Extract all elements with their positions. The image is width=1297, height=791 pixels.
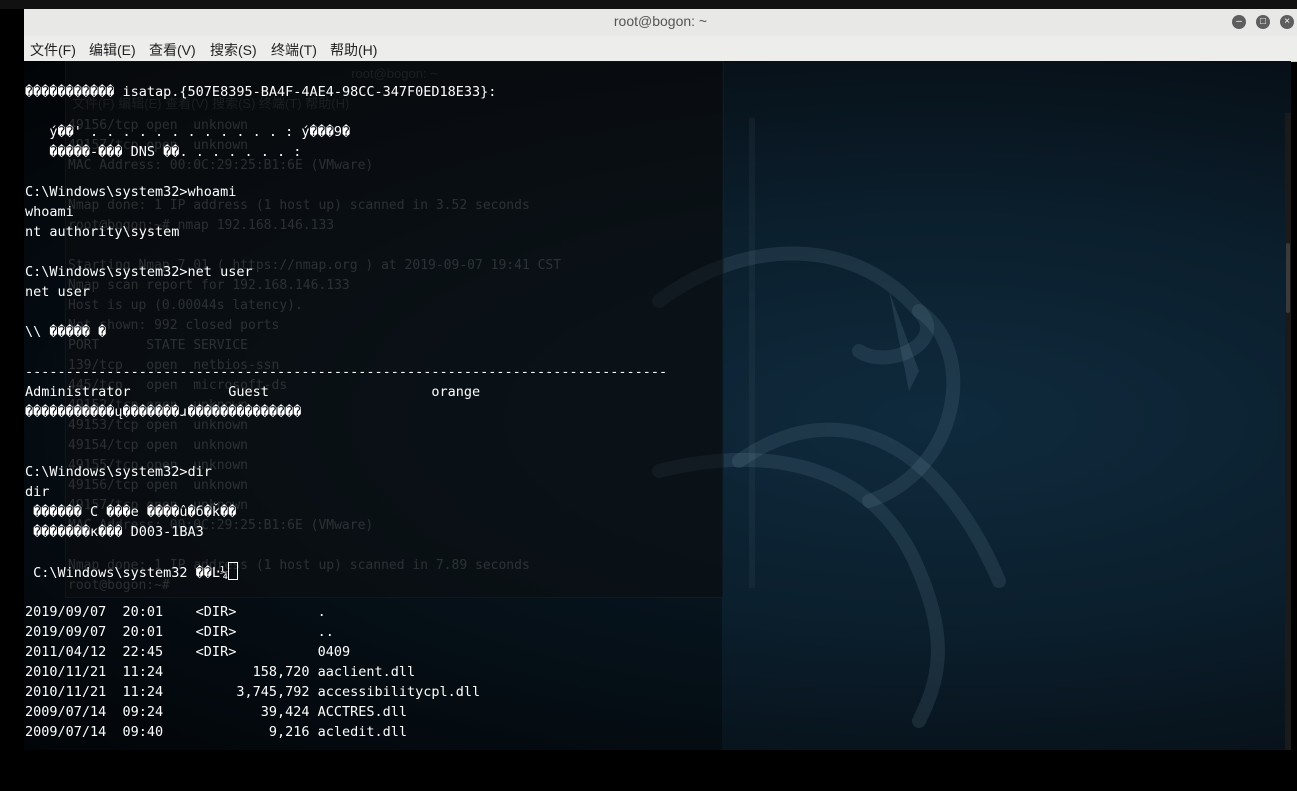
- terminal-scrollbar[interactable]: [1285, 113, 1291, 750]
- title-bar[interactable]: root@bogon: ~ – □ ×: [24, 9, 1297, 36]
- terminal-line: [25, 442, 667, 462]
- system-top-bar: [0, 0, 1297, 9]
- menu-help[interactable]: 帮助(H): [330, 40, 377, 60]
- terminal-line: C:\Windows\system32>net user: [25, 262, 667, 282]
- terminal-line: ý��' . . . . . . . . . . . . : ý���9�: [25, 122, 667, 142]
- terminal-line: \\ ����� �: [25, 322, 667, 342]
- menu-terminal[interactable]: 终端(T): [271, 40, 317, 60]
- terminal-line: 2009/07/14 09:24 39,424 ACCTRES.dll: [25, 702, 667, 722]
- menu-edit[interactable]: 编辑(E): [89, 40, 136, 60]
- terminal-line: ������ C ���е ����û�б�ǩ��: [25, 502, 667, 522]
- menu-bar: 文件(F) 编辑(E) 查看(V) 搜索(S) 终端(T) 帮助(H): [24, 36, 1297, 62]
- terminal-line: ----------------------------------------…: [25, 362, 667, 382]
- terminal-line: 2011/04/12 22:45 <DIR> 0409: [25, 642, 667, 662]
- terminal-line: [25, 102, 667, 122]
- scrollbar-thumb[interactable]: [1286, 243, 1290, 313]
- terminal-line: �����-��� DNS ��׺. . . . . . . :: [25, 142, 667, 162]
- terminal-line: [25, 422, 667, 442]
- terminal-line: [25, 162, 667, 182]
- close-icon[interactable]: ×: [1280, 15, 1294, 29]
- terminal-line: 2019/09/07 20:01 <DIR> .: [25, 602, 667, 622]
- terminal-line: 2009/07/14 09:40 9,216 acledit.dll: [25, 722, 667, 742]
- terminal-line: �����������ų�������ɹ��������������: [25, 402, 667, 422]
- menu-search[interactable]: 搜索(S): [210, 40, 257, 60]
- terminal-line: 2019/09/07 20:01 <DIR> ..: [25, 622, 667, 642]
- terminal-line: [25, 342, 667, 362]
- terminal-line: C:\Windows\system32>dir: [25, 462, 667, 482]
- minimize-icon[interactable]: –: [1232, 15, 1246, 29]
- terminal-line: [25, 242, 667, 262]
- menu-view[interactable]: 查看(V): [149, 40, 196, 60]
- text-cursor: [228, 562, 238, 580]
- terminal-line: ����������� isatap.{507E8395-BA4F-4AE4-9…: [25, 82, 667, 102]
- background-window-title: root@bogon: ~: [66, 66, 723, 81]
- terminal-line: �������к��� D003-1BA3: [25, 522, 667, 542]
- terminal-line: whoami: [25, 202, 667, 222]
- terminal-line: [25, 542, 667, 562]
- terminal-line: 2010/11/21 11:24 3,745,792 accessibility…: [25, 682, 667, 702]
- terminal-line: Administrator Guest orange: [25, 382, 667, 402]
- terminal-line: C:\Windows\system32>whoami: [25, 182, 667, 202]
- terminal-line: net user: [25, 282, 667, 302]
- terminal-line: [25, 302, 667, 322]
- terminal-line: C:\Windows\system32 ��Ŀ¼: [25, 562, 667, 582]
- menu-file[interactable]: 文件(F): [30, 40, 76, 60]
- terminal-line: [25, 582, 667, 602]
- terminal-window: root@bogon: ~ – □ × 文件(F) 编辑(E) 查看(V) 搜索…: [24, 9, 1297, 750]
- terminal-output: ����������� isatap.{507E8395-BA4F-4AE4-9…: [25, 82, 667, 742]
- terminal-area[interactable]: root@bogon: ~ 文件(F) 编辑(E) 查看(V) 搜索(S) 终端…: [24, 61, 1291, 750]
- background-scrollbar: [749, 118, 755, 588]
- terminal-line: 2010/11/21 11:24 158,720 aaclient.dll: [25, 662, 667, 682]
- maximize-icon[interactable]: □: [1256, 15, 1270, 29]
- terminal-line: nt authority\system: [25, 222, 667, 242]
- window-title: root@bogon: ~: [24, 13, 1297, 29]
- terminal-line: dir: [25, 482, 667, 502]
